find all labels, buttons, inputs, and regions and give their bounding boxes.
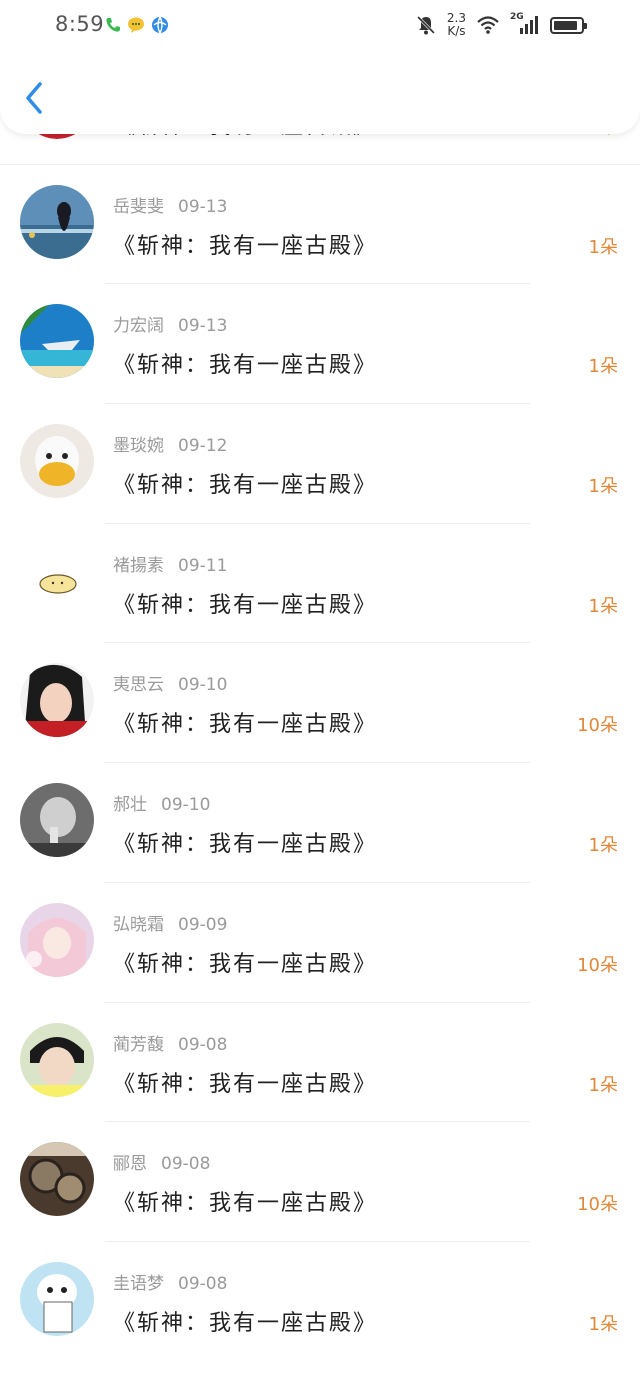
flower-count: 1朵 [588,1313,618,1335]
screen: 8:59 2.3 K/s 2G 岳斐斐 09-13 《斩神：我有一座古殿》 1朵… [0,0,640,1387]
list-item[interactable]: 圭语梦 09-08 《斩神：我有一座古殿》 1朵 [0,1242,640,1362]
avatar [20,1261,94,1336]
status-time: 8:59 [55,12,105,36]
gift-record-list: 《斩神：我有一座古殿》 10朵 岳斐斐09-13 《斩神：我有一座古殿》 1朵 … [0,65,640,1387]
battery-icon [550,16,587,34]
record-date: 09-12 [178,436,228,457]
list-item[interactable]: 郦恩 09-08 《斩神：我有一座古殿》 10朵 [0,1122,640,1242]
avatar [20,783,94,858]
avatar [20,424,94,499]
flower-count: 1朵 [588,236,618,258]
book-title: 《斩神：我有一座古殿》 [113,353,378,379]
list-item[interactable]: 岳斐斐 09-13 《斩神：我有一座古殿》 1朵 [0,165,640,285]
signal-icon [520,16,538,34]
user-name: 郦恩 [113,1154,147,1175]
record-meta: 墨琰婉 09-12 [113,431,227,456]
record-meta: 蔺芳馥 09-08 [113,1030,227,1055]
list-item[interactable]: 弘晓霜 09-09 《斩神：我有一座古殿》 10朵 [0,883,640,1003]
book-title: 《斩神：我有一座古殿》 [113,832,378,858]
record-meta: 岳斐斐 09-13 [113,192,227,217]
record-date: 09-13 [178,196,228,217]
list-item[interactable]: 墨琰婉 09-12 《斩神：我有一座古殿》 1朵 [0,404,640,524]
list-item[interactable]: 褚揚素 09-11 《斩神：我有一座古殿》 1朵 [0,524,640,644]
record-date: 09-10 [178,675,228,696]
list-item[interactable]: 郝壮 09-10 《斩神：我有一座古殿》 1朵 [0,763,640,883]
user-name: 岳斐斐 [113,196,164,217]
record-date: 09-13 [178,316,228,337]
status-right: 2.3 K/s 2G [415,12,587,38]
bell-muted-icon [416,15,435,35]
wifi-icon [477,16,499,34]
avatar [20,902,94,977]
signal-indicator: 2G [510,12,540,35]
avatar [20,663,94,738]
flower-count: 10朵 [577,715,618,737]
user-name: 力宏阔 [113,316,164,337]
record-meta: 圭语梦 09-08 [113,1269,227,1294]
user-name: 弘晓霜 [113,914,164,935]
net-speed: 2.3 K/s [447,12,466,38]
avatar [20,184,94,259]
record-date: 09-10 [161,795,211,816]
avatar [20,1142,94,1217]
status-bar: 8:59 2.3 K/s 2G [0,0,640,50]
flower-count: 1朵 [588,356,618,378]
book-title: 《斩神：我有一座古殿》 [113,951,378,977]
avatar [20,1022,94,1097]
list-item[interactable]: 力宏阔 09-13 《斩神：我有一座古殿》 1朵 [0,284,640,405]
phone-icon [106,18,120,32]
record-meta: 郦恩 09-08 [113,1149,210,1174]
book-title: 《斩神：我有一座古殿》 [113,1071,378,1097]
flower-count: 1朵 [588,595,618,617]
user-name: 蔺芳馥 [113,1034,164,1055]
book-title: 《斩神：我有一座古殿》 [113,473,378,499]
book-title: 《斩神：我有一座古殿》 [113,1191,378,1217]
record-date: 09-08 [178,1273,228,1294]
record-meta: 夷思云 09-10 [113,670,227,695]
record-date: 09-08 [161,1154,211,1175]
avatar [20,304,94,379]
record-date: 09-08 [178,1034,228,1055]
flower-count: 1朵 [588,835,618,857]
flower-count: 10朵 [577,954,618,976]
book-title: 《斩神：我有一座古殿》 [113,1310,378,1336]
user-name: 郝壮 [113,795,147,816]
user-name: 褚揚素 [113,555,164,576]
record-meta: 褚揚素 09-11 [113,551,227,576]
book-title: 《斩神：我有一座古殿》 [113,233,378,259]
record-meta: 郝壮 09-10 [113,790,210,815]
record-date: 09-09 [178,914,228,935]
back-button[interactable] [18,78,54,118]
flower-count: 1朵 [588,1074,618,1096]
net-speed-unit: K/s [447,24,466,38]
avatar [20,543,94,618]
chevron-left-icon [26,82,42,114]
header-bar [0,50,640,134]
flower-count: 10朵 [577,1194,618,1216]
book-title: 《斩神：我有一座古殿》 [113,712,378,738]
record-date: 09-11 [178,555,228,576]
browser-icon [152,16,168,34]
chat-icon [128,17,144,33]
record-meta: 弘晓霜 09-09 [113,910,227,935]
record-meta: 力宏阔 09-13 [113,311,227,336]
user-name: 圭语梦 [113,1273,164,1294]
flower-count: 1朵 [588,476,618,498]
user-name: 夷思云 [113,675,164,696]
list-item[interactable]: 夷思云 09-10 《斩神：我有一座古殿》 10朵 [0,643,640,764]
user-name: 墨琰婉 [113,436,164,457]
book-title: 《斩神：我有一座古殿》 [113,592,378,618]
list-item[interactable]: 蔺芳馥 09-08 《斩神：我有一座古殿》 1朵 [0,1003,640,1123]
